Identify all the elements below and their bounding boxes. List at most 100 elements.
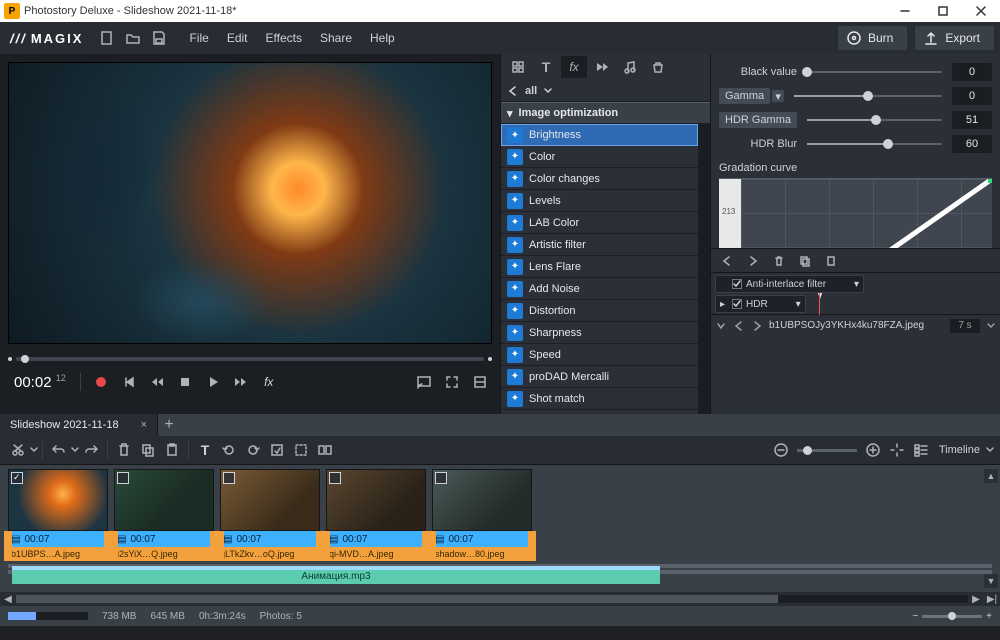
chevron-down-icon[interactable] — [30, 446, 38, 454]
fx-item[interactable]: ✦Artistic filter — [501, 234, 698, 256]
param-dropdown-icon[interactable]: ▾ — [772, 90, 784, 102]
clip-checkbox[interactable] — [117, 472, 129, 484]
view-mode-icon[interactable] — [909, 438, 933, 462]
fx-tab-fx-icon[interactable]: fx — [561, 56, 587, 78]
gradation-curve[interactable] — [719, 178, 992, 248]
clip-checkbox[interactable] — [435, 472, 447, 484]
kf-trash-icon[interactable] — [767, 249, 791, 273]
clip-handle-left[interactable] — [428, 531, 436, 561]
fx-item[interactable]: ✦Add Noise — [501, 278, 698, 300]
document-tab[interactable]: Slideshow 2021-11-18× — [0, 414, 158, 436]
clip-handle-left[interactable] — [110, 531, 118, 561]
fx-tab-music-icon[interactable] — [617, 56, 643, 78]
delete-icon[interactable] — [112, 438, 136, 462]
tab-close-icon[interactable]: × — [141, 419, 147, 431]
fx-tab-transition-icon[interactable] — [589, 56, 615, 78]
fx-toggle-button[interactable]: fx — [257, 370, 281, 394]
kf-fwd-icon[interactable] — [741, 249, 765, 273]
fx-scrollbar[interactable] — [698, 124, 710, 414]
fx-item[interactable]: ✦Speed — [501, 344, 698, 366]
fx-group-header[interactable]: ▾Image optimization — [501, 102, 710, 124]
auto-enhance-icon[interactable] — [265, 438, 289, 462]
menu-help[interactable]: Help — [362, 27, 403, 49]
preview-settings-icon[interactable] — [468, 370, 492, 394]
audio-clip[interactable]: Анимация.mp3 — [12, 570, 660, 584]
status-zoom-in-icon[interactable]: + — [986, 611, 992, 622]
video-preview[interactable] — [8, 62, 492, 344]
story-scroll-down-icon[interactable]: ▼ — [984, 574, 998, 588]
timeline-hscroll[interactable]: ◀ ▶ ▶| — [0, 592, 1000, 606]
fx-item[interactable]: ✦Color changes — [501, 168, 698, 190]
hscroll-end-icon[interactable]: ▶| — [984, 592, 1000, 606]
fx-tab-store-icon[interactable] — [645, 56, 671, 78]
kf-param-row[interactable]: Anti-interlace filter▾ — [715, 275, 864, 293]
close-button[interactable] — [962, 0, 1000, 22]
nav-prev-icon[interactable] — [733, 320, 745, 332]
status-zoom-slider[interactable] — [922, 615, 982, 618]
fx-item[interactable]: ✦Color — [501, 146, 698, 168]
storyboard-clip[interactable]: ▤00:07i2sYiX…Q.jpeg — [114, 469, 214, 561]
split-icon[interactable] — [313, 438, 337, 462]
paste-icon[interactable] — [160, 438, 184, 462]
story-scroll-up-icon[interactable]: ▲ — [984, 469, 998, 483]
nav-down-icon[interactable] — [715, 320, 727, 332]
fx-item[interactable]: ✦Distortion — [501, 300, 698, 322]
goto-start-button[interactable] — [117, 370, 141, 394]
record-button[interactable] — [89, 370, 113, 394]
checkbox-icon[interactable] — [732, 299, 742, 309]
menu-effects[interactable]: Effects — [258, 27, 310, 49]
zoom-slider[interactable] — [797, 449, 857, 452]
storyboard-clip[interactable]: ▤00:07shadow…80.jpeg — [432, 469, 532, 561]
fx-breadcrumb[interactable]: all — [501, 80, 710, 102]
chevron-down-icon[interactable] — [986, 446, 994, 454]
fx-item[interactable]: ✦Lens Flare — [501, 256, 698, 278]
param-slider[interactable] — [807, 71, 942, 73]
fx-item[interactable]: ✦LAB Color — [501, 212, 698, 234]
clip-handle-left[interactable] — [322, 531, 330, 561]
fx-tab-text-icon[interactable]: T — [533, 56, 559, 78]
fast-forward-button[interactable] — [229, 370, 253, 394]
clip-handle-left[interactable] — [216, 531, 224, 561]
undo-icon[interactable] — [47, 438, 71, 462]
fx-item[interactable]: ✦Brightness — [501, 124, 698, 146]
param-value[interactable]: 51 — [952, 111, 992, 129]
crop-border-icon[interactable] — [289, 438, 313, 462]
clip-thumbnail[interactable] — [114, 469, 214, 531]
open-folder-icon[interactable] — [121, 26, 145, 50]
clip-dur-dd-icon[interactable] — [986, 321, 996, 331]
menu-file[interactable]: File — [181, 27, 216, 49]
burn-button[interactable]: Burn — [838, 26, 907, 50]
param-slider[interactable] — [794, 95, 942, 97]
param-value[interactable]: 60 — [952, 135, 992, 153]
keyframe-track[interactable]: 00:00:12 Anti-interlace filter▾▸HDR▾ — [711, 272, 1000, 314]
param-slider[interactable] — [807, 119, 942, 121]
clip-thumbnail[interactable] — [432, 469, 532, 531]
zoom-out-icon[interactable] — [769, 438, 793, 462]
stop-button[interactable] — [173, 370, 197, 394]
maximize-button[interactable] — [924, 0, 962, 22]
fx-item[interactable]: ✦Shot match — [501, 388, 698, 410]
zoom-in-icon[interactable] — [861, 438, 885, 462]
redo-icon[interactable] — [79, 438, 103, 462]
kf-back-icon[interactable] — [715, 249, 739, 273]
fullscreen-icon[interactable] — [440, 370, 464, 394]
preview-scrubber[interactable] — [0, 352, 500, 366]
param-value[interactable]: 0 — [952, 63, 992, 81]
text-tool-icon[interactable]: T — [193, 438, 217, 462]
clip-checkbox[interactable] — [329, 472, 341, 484]
rotate-icon[interactable] — [217, 438, 241, 462]
clip-checkbox[interactable] — [223, 472, 235, 484]
param-value[interactable]: 0 — [952, 87, 992, 105]
fx-item[interactable]: ✦proDAD Mercalli — [501, 366, 698, 388]
nav-next-icon[interactable] — [751, 320, 763, 332]
storyboard-clip[interactable]: ▤00:07b1UBPS…A.jpeg — [8, 469, 108, 561]
export-button[interactable]: Export — [915, 26, 994, 50]
clip-handle-right[interactable] — [528, 531, 536, 561]
storyboard-clip[interactable]: ▤00:07jLTkZkv…oQ.jpeg — [220, 469, 320, 561]
clip-thumbnail[interactable] — [220, 469, 320, 531]
clip-thumbnail[interactable] — [326, 469, 426, 531]
hscroll-right-icon[interactable]: ▶ — [968, 592, 984, 606]
cast-icon[interactable] — [412, 370, 436, 394]
fx-item[interactable]: ✦Sharpness — [501, 322, 698, 344]
clip-handle-left[interactable] — [4, 531, 12, 561]
